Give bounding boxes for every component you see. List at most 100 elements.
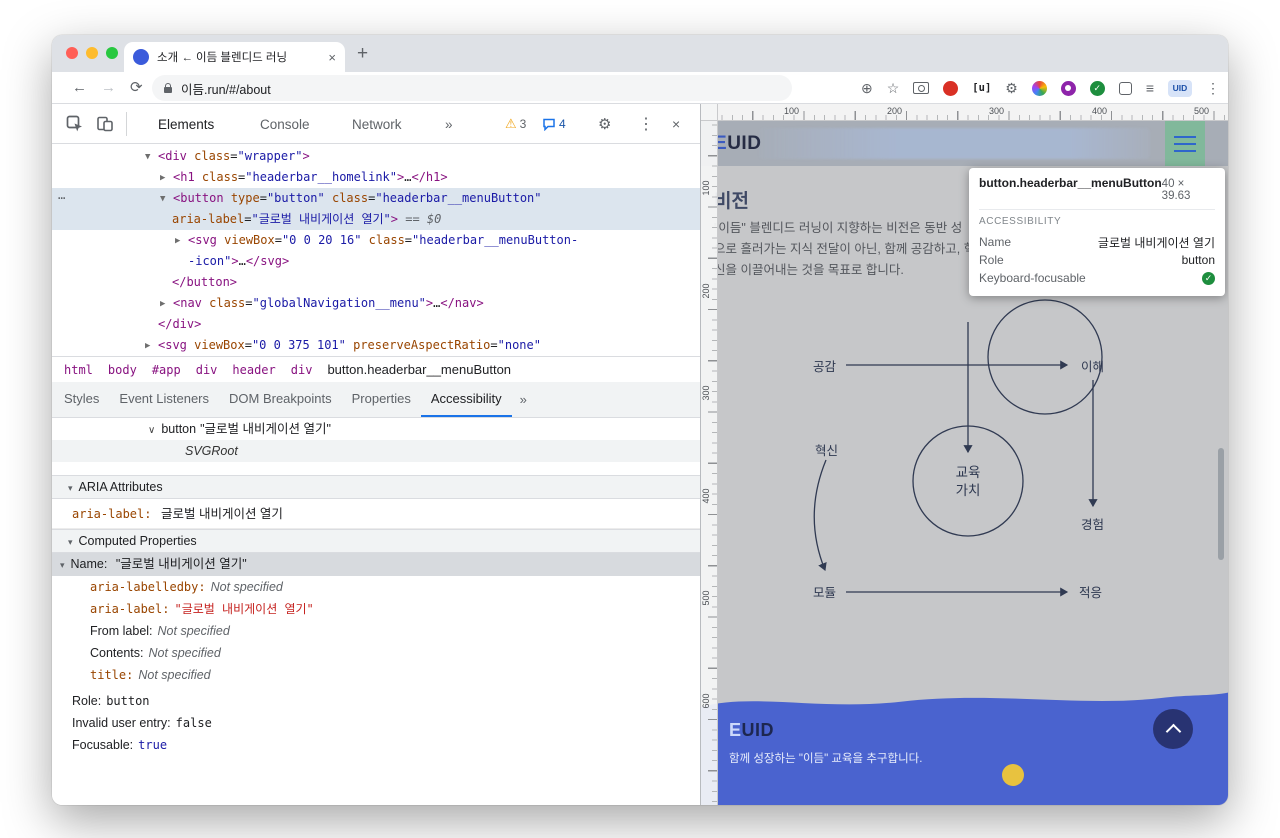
site-logo[interactable]: EUID [714, 121, 761, 166]
footer-wave [701, 692, 1228, 709]
new-tab-button[interactable]: + [357, 42, 368, 66]
tree-line[interactable]: ▼ <button type="button" class="headerbar_… [52, 188, 700, 209]
vertical-ruler: 100 200 300 400 500 600 [701, 104, 718, 805]
tab-accessibility[interactable]: Accessibility [420, 382, 512, 417]
browser-menu-kebab-icon[interactable]: ⋮ [1206, 80, 1220, 96]
devtools-kebab-icon[interactable]: ⋮ [638, 104, 654, 144]
tree-line[interactable]: -icon">…</svg> [52, 251, 700, 272]
more-sidebar-tabs-icon[interactable]: » [512, 382, 535, 417]
tooltip-section-title: ACCESSIBILITY [979, 216, 1062, 227]
window-close-button[interactable] [66, 47, 78, 59]
computed-properties-section-header[interactable]: ▾ Computed Properties [52, 529, 700, 553]
page-scrollbar-thumb[interactable] [1218, 448, 1224, 560]
accessibility-pane: ∨ button "글로벌 내비게이션 열기" SVGRoot ▾ ARIA Attr… [52, 418, 700, 756]
forward-icon[interactable]: → [101, 78, 116, 98]
tab-close-icon[interactable]: × [328, 50, 336, 65]
crosshair-extension-icon[interactable]: ⊕ [861, 80, 873, 96]
green-check-icon: ✓ [1202, 271, 1215, 285]
window-zoom-button[interactable] [106, 47, 118, 59]
horizontal-ruler: 100 200 300 400 500 [701, 104, 1228, 121]
adblock-extension-icon[interactable] [943, 80, 959, 96]
browser-window: 소개 ← 이듬 블렌디드 러닝 × + ← → ⟳ 이듬.run/#/about… [52, 35, 1228, 805]
camera-extension-icon[interactable] [913, 82, 930, 94]
tab-elements[interactable]: Elements [158, 104, 214, 144]
breadcrumb-item[interactable]: #app [152, 363, 181, 377]
tab-styles[interactable]: Styles [54, 382, 109, 417]
puzzle-extensions-icon[interactable] [1118, 81, 1132, 95]
colorwheel-extension-icon[interactable] [1031, 80, 1047, 96]
tab-network[interactable]: Network [352, 104, 402, 144]
prop-aria-labelledby: aria-labelledby: Not specified [90, 580, 283, 594]
tab-title: 소개 ← 이듬 블렌디드 러닝 [157, 52, 288, 64]
devtools-close-icon[interactable]: × [672, 104, 680, 144]
bracket-extension-icon[interactable]: [u] [972, 82, 991, 94]
tooltip-element-selector: button.headerbar__menuButton [979, 176, 1162, 190]
highlighted-menu-button[interactable] [1165, 121, 1205, 166]
footer-logo: EUID [729, 720, 775, 740]
breadcrumb-item-current[interactable]: button.headerbar__menuButton [327, 362, 511, 377]
tab-properties[interactable]: Properties [342, 382, 421, 417]
inspect-element-icon[interactable] [66, 104, 84, 144]
tree-line[interactable]: ▶ <nav class="globalNavigation__menu">…</… [52, 293, 700, 314]
tab-dom-breakpoints[interactable]: DOM Breakpoints [219, 382, 342, 417]
node-options-ellipsis[interactable]: ⋯ [58, 188, 66, 209]
site-footer: EUID 함께 성장하는 "이듬" 교육을 추구합니다. [701, 708, 1228, 805]
tooltip-element-size: 40 × 39.63 [1161, 178, 1191, 202]
console-message-badge[interactable]: 4 [542, 104, 566, 144]
browser-toolbar: ← → ⟳ 이듬.run/#/about ⊕ ☆ [u] ⚙ ✓ ≡ UID ⋮ [52, 72, 1228, 104]
devtools-toolbar: Elements Console Network » ⚠ 3 4 ⚙ ⋮ × [52, 104, 700, 144]
triangle-down-icon: ▾ [60, 560, 65, 570]
address-bar[interactable]: 이듬.run/#/about [152, 75, 792, 101]
tree-line[interactable]: ▶ <h1 class="headerbar__homelink">…</h1> [52, 167, 700, 188]
footer-decoration-dot [1002, 764, 1024, 786]
tree-line[interactable]: ▶ <svg viewBox="0 0 375 101" preserveAspe… [52, 335, 700, 356]
diagram-label-experience: 경험 [1081, 518, 1105, 532]
scroll-to-top-button[interactable] [1153, 709, 1193, 749]
breadcrumb-item[interactable]: div [196, 363, 218, 377]
tree-line[interactable]: aria-label="글로벌 내비게이션 열기"> == $0 [52, 209, 700, 230]
warning-badge[interactable]: ⚠ 3 [505, 104, 526, 144]
tree-line[interactable]: </div> [52, 314, 700, 335]
breadcrumb-item[interactable]: header [232, 363, 275, 377]
triangle-down-icon: ▾ [68, 483, 73, 493]
tab-favicon-icon [133, 49, 149, 65]
page-viewport: EUID 100 200 300 400 500 100 200 300 400 [700, 104, 1228, 805]
tab-event-listeners[interactable]: Event Listeners [109, 382, 219, 417]
aria-label-attribute-row: aria-label: 글로벌 내비게이션 열기 [52, 499, 700, 529]
tree-line[interactable]: ▶ <svg viewBox="0 0 20 16" class="headerb… [52, 230, 700, 251]
tree-line[interactable]: </button> [52, 272, 700, 293]
tooltip-focusable-row: Keyboard-focusable ✓ [979, 269, 1215, 287]
filter-extension-icon[interactable]: ≡ [1146, 80, 1154, 96]
breadcrumb-item[interactable]: body [108, 363, 137, 377]
diagram-label-module: 모듈 [813, 586, 837, 600]
profile-avatar[interactable]: UID [1168, 79, 1192, 97]
triangle-down-icon: ▾ [68, 537, 73, 547]
tab-console[interactable]: Console [260, 104, 310, 144]
gear-extension-icon[interactable]: ⚙ [1005, 80, 1018, 96]
site-header: EUID [701, 121, 1228, 166]
window-minimize-button[interactable] [86, 47, 98, 59]
computed-name-row[interactable]: ▾ Name: "글로벌 내비게이션 열기" [52, 553, 700, 576]
browser-tab[interactable]: 소개 ← 이듬 블렌디드 러닝 × [124, 42, 345, 72]
back-icon[interactable]: ← [72, 78, 87, 98]
breadcrumb-item[interactable]: html [64, 363, 93, 377]
breadcrumb-item[interactable]: div [291, 363, 313, 377]
tree-line[interactable]: ▼ <div class="wrapper"> [52, 146, 700, 167]
devtools-settings-gear-icon[interactable]: ⚙ [598, 104, 611, 144]
selected-element-row[interactable]: ▼ <button type="button" class="headerbar_… [52, 188, 700, 230]
sidebar-tabs: Styles Event Listeners DOM Breakpoints P… [52, 382, 700, 418]
vision-diagram [813, 299, 1103, 597]
a11y-tree-node-button[interactable]: ∨ button "글로벌 내비게이션 열기" [52, 418, 700, 440]
aria-attributes-section-header[interactable]: ▾ ARIA Attributes [52, 475, 700, 499]
devtools-panel: Elements Console Network » ⚠ 3 4 ⚙ ⋮ × ▼… [52, 104, 700, 805]
purple-extension-icon[interactable] [1060, 80, 1076, 96]
device-toolbar-icon[interactable] [96, 104, 114, 144]
more-panels-icon[interactable]: » [445, 104, 453, 144]
a11y-tree-node-svgroot[interactable]: SVGRoot [52, 440, 700, 462]
bookmark-star-icon[interactable]: ☆ [887, 80, 900, 96]
toolbar-separator [126, 112, 127, 136]
dimmed-nav-overlay [759, 128, 1150, 159]
shield-extension-icon[interactable]: ✓ [1089, 80, 1105, 96]
element-info-tooltip: button.headerbar__menuButton 40 × 39.63 … [969, 168, 1225, 296]
reload-icon[interactable]: ⟳ [130, 78, 143, 98]
